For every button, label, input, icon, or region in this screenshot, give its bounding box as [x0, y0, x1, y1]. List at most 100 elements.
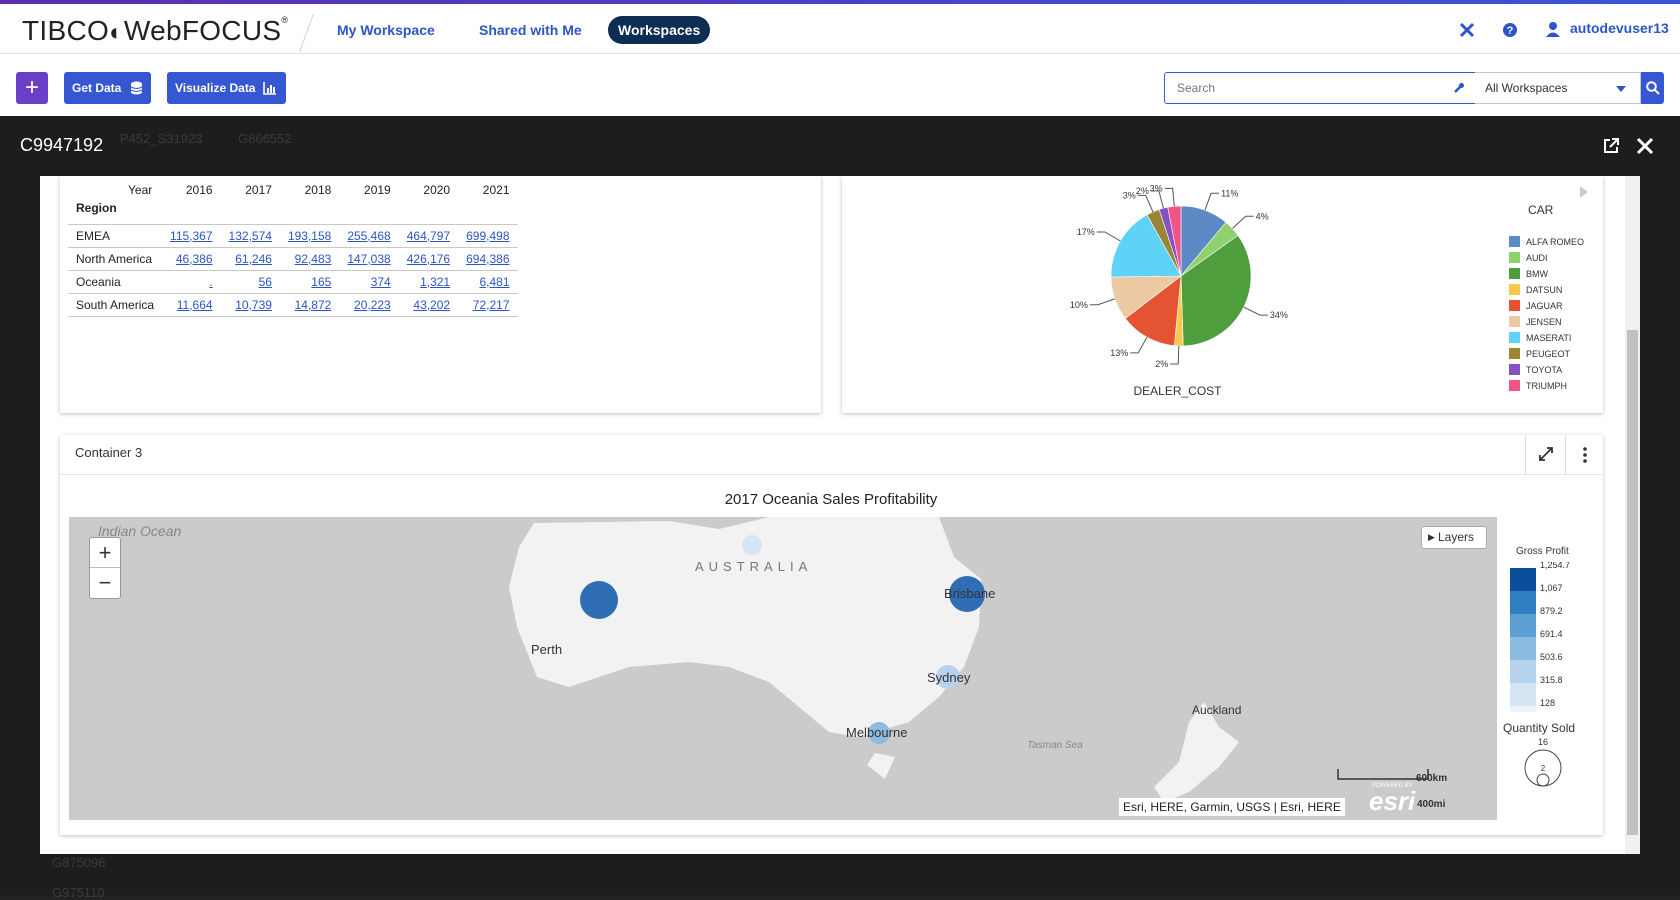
expand-icon[interactable] [1538, 446, 1554, 462]
value-link[interactable]: 255,468 [347, 229, 390, 243]
header-divider [299, 14, 314, 52]
value-link[interactable]: 374 [371, 275, 391, 289]
legend-swatch[interactable] [1509, 380, 1520, 391]
user-icon[interactable] [1543, 20, 1563, 40]
open-new-window-icon[interactable] [1602, 137, 1620, 155]
legend-item[interactable]: DATSUN [1526, 285, 1562, 295]
help-icon[interactable]: ? [1500, 20, 1520, 40]
search-button[interactable] [1641, 72, 1664, 104]
search-input[interactable]: Search [1164, 72, 1476, 104]
zoom-out-button[interactable]: − [90, 568, 120, 598]
more-options-icon[interactable] [1582, 446, 1588, 464]
value-link[interactable]: 115,367 [170, 229, 213, 243]
close-icon[interactable] [1636, 137, 1654, 155]
visualize-data-button[interactable]: Visualize Data [167, 72, 286, 104]
new-zealand-landmass [1154, 702, 1239, 802]
value-link[interactable]: 1,321 [420, 275, 450, 289]
value-link[interactable]: 46,386 [176, 252, 213, 266]
wrench-icon[interactable] [1453, 82, 1465, 94]
tools-icon[interactable] [1457, 20, 1477, 40]
value-link[interactable]: 72,217 [473, 298, 510, 312]
value-link[interactable]: 43,202 [413, 298, 450, 312]
pie-leader-line [1170, 345, 1180, 365]
legend-scroll-icon[interactable] [1580, 186, 1588, 198]
scale-km-label: 600km [1416, 773, 1447, 784]
legend-color-step [1510, 706, 1536, 712]
legend-value: 691.4 [1540, 629, 1563, 639]
value-link[interactable]: 165 [311, 275, 331, 289]
container-header-divider [60, 474, 1603, 475]
pie-data-label: 3% [1123, 190, 1136, 200]
gross-profit-legend-title: Gross Profit [1516, 546, 1569, 557]
legend-swatch[interactable] [1509, 348, 1520, 359]
value-link[interactable]: 699,498 [466, 229, 509, 243]
legend-swatch[interactable] [1509, 268, 1520, 279]
legend-swatch[interactable] [1509, 316, 1520, 327]
value-link[interactable]: 6,481 [479, 275, 509, 289]
legend-swatch[interactable] [1509, 300, 1520, 311]
value-link[interactable]: 92,483 [295, 252, 332, 266]
map-zoom-control: + − [89, 537, 121, 599]
legend-item[interactable]: AUDI [1526, 253, 1548, 263]
value-link[interactable]: 11,664 [177, 298, 213, 312]
value-link[interactable]: 147,038 [347, 252, 390, 266]
pie-leader-line [1204, 192, 1220, 211]
value-link[interactable]: 56 [259, 275, 272, 289]
value-link[interactable]: 132,574 [229, 229, 272, 243]
scrollbar-thumb[interactable] [1627, 330, 1638, 835]
workspace-select[interactable]: All Workspaces [1475, 72, 1641, 104]
pie-leader-line [1164, 187, 1175, 207]
value-link[interactable]: 464,797 [407, 229, 450, 243]
value-link[interactable]: 61,246 [235, 252, 272, 266]
webfocus-logo[interactable]: TIBCO◐WebFOCUS® [22, 15, 288, 47]
map-bubble[interactable] [580, 581, 618, 619]
legend-swatch[interactable] [1509, 364, 1520, 375]
pie-data-label: 2% [1155, 359, 1168, 369]
value-link[interactable]: 193,158 [288, 229, 331, 243]
nav-workspaces[interactable]: Workspaces [608, 16, 711, 44]
legend-item[interactable]: TOYOTA [1526, 365, 1562, 375]
legend-item[interactable]: MASERATI [1526, 333, 1571, 343]
legend-item[interactable]: TRIUMPH [1526, 381, 1567, 391]
year-header: 2019 [364, 182, 391, 197]
get-data-button[interactable]: Get Data [64, 72, 151, 104]
value-link[interactable]: 694,386 [466, 252, 509, 266]
city-label: Brisbane [944, 586, 995, 601]
tasmania-landmass [867, 753, 895, 779]
legend-item[interactable]: PEUGEOT [1526, 349, 1571, 359]
legend-swatch[interactable] [1509, 332, 1520, 343]
legend-swatch[interactable] [1509, 236, 1520, 247]
value-link[interactable]: 10,739 [235, 298, 272, 312]
layers-button[interactable]: ▶ Layers [1421, 526, 1487, 549]
legend-item[interactable]: JENSEN [1526, 317, 1562, 327]
value-link[interactable]: 20,223 [354, 298, 391, 312]
year-header: 2017 [245, 182, 272, 197]
legend-item[interactable]: JAGUAR [1526, 301, 1563, 311]
sea-label: Tasman Sea [1027, 740, 1083, 751]
value-link[interactable]: 426,176 [407, 252, 450, 266]
legend-color-step [1510, 683, 1536, 706]
legend-swatch[interactable] [1509, 284, 1520, 295]
nav-shared-with-me[interactable]: Shared with Me [469, 16, 592, 44]
map-bubble[interactable] [742, 535, 762, 555]
zoom-in-button[interactable]: + [90, 538, 120, 568]
city-label: Perth [531, 642, 562, 657]
year-header: 2020 [423, 182, 451, 197]
value-link[interactable]: 14,872 [295, 298, 332, 312]
chevron-down-icon [1616, 86, 1626, 92]
region-cell: EMEA [68, 224, 163, 248]
add-button[interactable]: + [16, 72, 48, 104]
region-cell: South America [68, 293, 163, 317]
quantity-legend: 16 2 [1524, 738, 1562, 787]
legend-swatch[interactable] [1509, 252, 1520, 263]
legend-item[interactable]: BMW [1526, 269, 1549, 279]
legend-value: 503.6 [1540, 652, 1563, 662]
legend-item[interactable]: ALFA ROMEO [1526, 237, 1584, 247]
map-view[interactable]: Indian Ocean AUSTRALIA Tasman Sea Perth … [69, 517, 1497, 820]
map-attribution: Esri, HERE, Garmin, USGS | Esri, HERE [1119, 798, 1345, 816]
value-link[interactable]: . [209, 275, 212, 289]
user-name[interactable]: autodevuser13 [1570, 20, 1669, 36]
nav-my-workspace[interactable]: My Workspace [327, 16, 445, 44]
background-item: G875096 [52, 855, 106, 870]
legend-color-step [1510, 568, 1536, 591]
